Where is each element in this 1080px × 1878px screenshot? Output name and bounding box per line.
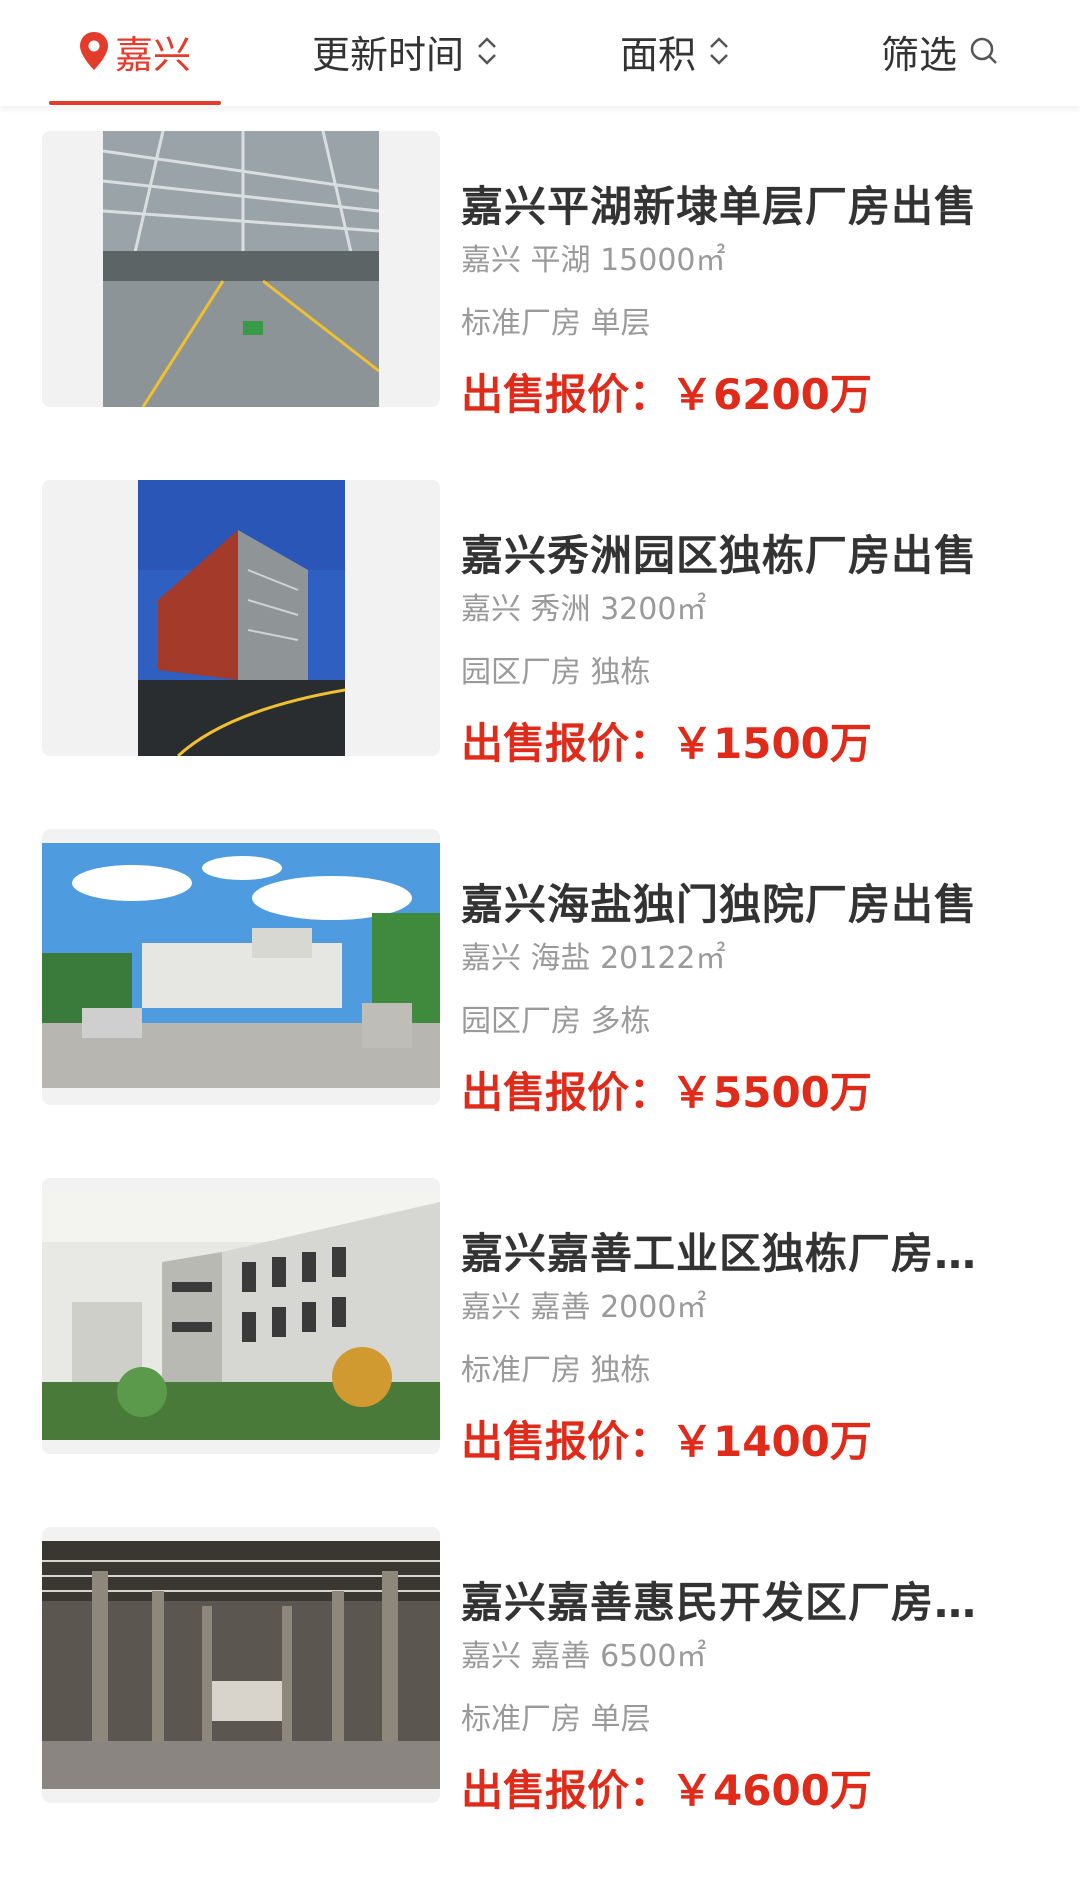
listing-card[interactable]: 嘉兴平湖新埭单层厂房出售 嘉兴 平湖 15000㎡ 标准厂房 单层 出售报价：￥… (0, 131, 1080, 419)
price-label: 出售报价： (461, 719, 672, 768)
listing-type: 标准厂房 单层 (461, 306, 651, 341)
factory-interior-image (103, 131, 379, 407)
building-model-image (42, 1192, 440, 1440)
area-sort[interactable]: 面积 (600, 0, 750, 102)
listing-title[interactable]: 嘉兴秀洲园区独栋厂房出售 (461, 522, 1001, 583)
price-label: 出售报价： (461, 1417, 672, 1466)
listing-location: 嘉兴 秀洲 3200㎡ (461, 592, 707, 627)
price-value: ￥5500万 (671, 1068, 872, 1117)
building-exterior-image (138, 480, 345, 756)
listing-price: 出售报价：￥1400万 (461, 1408, 872, 1469)
price-value: ￥4600万 (671, 1766, 872, 1815)
listing-type: 标准厂房 独栋 (461, 1353, 651, 1388)
listing-title[interactable]: 嘉兴嘉善惠民开发区厂房出售 (461, 1569, 1001, 1630)
listing-type: 园区厂房 多栋 (461, 1004, 651, 1039)
listing-card[interactable]: 嘉兴秀洲园区独栋厂房出售 嘉兴 秀洲 3200㎡ 园区厂房 独栋 出售报价：￥1… (0, 480, 1080, 768)
listing-thumbnail (42, 1527, 440, 1803)
listing-thumbnail (42, 480, 440, 756)
listing-thumbnail (42, 131, 440, 407)
listing-thumbnail (42, 829, 440, 1105)
price-label: 出售报价： (461, 1766, 672, 1815)
listing-location: 嘉兴 嘉善 6500㎡ (461, 1639, 707, 1674)
location-pin-icon (79, 32, 108, 70)
price-label: 出售报价： (461, 1068, 672, 1117)
listing-location: 嘉兴 嘉善 2000㎡ (461, 1290, 707, 1325)
city-filter[interactable]: 嘉兴 (49, 0, 221, 102)
listing-title[interactable]: 嘉兴嘉善工业区独栋厂房出售 (461, 1220, 1001, 1281)
park-gate-image (42, 843, 440, 1088)
listing-location: 嘉兴 平湖 15000㎡ (461, 243, 726, 278)
price-value: ￥6200万 (671, 370, 872, 419)
sort-updown-icon (478, 37, 496, 65)
price-value: ￥1500万 (671, 719, 872, 768)
screen-filter-label: 筛选 (880, 32, 957, 77)
listing-price: 出售报价：￥6200万 (461, 361, 872, 422)
listing-type: 标准厂房 单层 (461, 1702, 651, 1737)
city-filter-label: 嘉兴 (114, 32, 191, 77)
price-value: ￥1400万 (671, 1417, 872, 1466)
listing-title[interactable]: 嘉兴海盐独门独院厂房出售 (461, 871, 1001, 932)
listing-thumbnail (42, 1178, 440, 1454)
update-time-label: 更新时间 (311, 32, 464, 77)
listing-card[interactable]: 嘉兴嘉善工业区独栋厂房出售 嘉兴 嘉善 2000㎡ 标准厂房 独栋 出售报价：￥… (0, 1178, 1080, 1466)
price-label: 出售报价： (461, 370, 672, 419)
listing-price: 出售报价：￥5500万 (461, 1059, 872, 1120)
active-tab-underline (49, 101, 221, 105)
listing-price: 出售报价：￥1500万 (461, 710, 872, 771)
listing-card[interactable]: 嘉兴海盐独门独院厂房出售 嘉兴 海盐 20122㎡ 园区厂房 多栋 出售报价：￥… (0, 829, 1080, 1117)
update-time-sort[interactable]: 更新时间 (290, 0, 520, 102)
listing-price: 出售报价：￥4600万 (461, 1757, 872, 1818)
area-label: 面积 (619, 32, 696, 77)
listing-card[interactable]: 嘉兴嘉善惠民开发区厂房出售 嘉兴 嘉善 6500㎡ 标准厂房 单层 出售报价：￥… (0, 1527, 1080, 1815)
listing-location: 嘉兴 海盐 20122㎡ (461, 941, 726, 976)
listing-type: 园区厂房 独栋 (461, 655, 651, 690)
listing-title[interactable]: 嘉兴平湖新埭单层厂房出售 (461, 173, 1001, 234)
sort-updown-icon (710, 37, 728, 65)
warehouse-interior-image (42, 1541, 440, 1789)
search-icon (970, 37, 997, 64)
filter-bar: 嘉兴 更新时间 面积 筛选 (0, 0, 1080, 106)
screen-filter[interactable]: 筛选 (870, 0, 1010, 102)
